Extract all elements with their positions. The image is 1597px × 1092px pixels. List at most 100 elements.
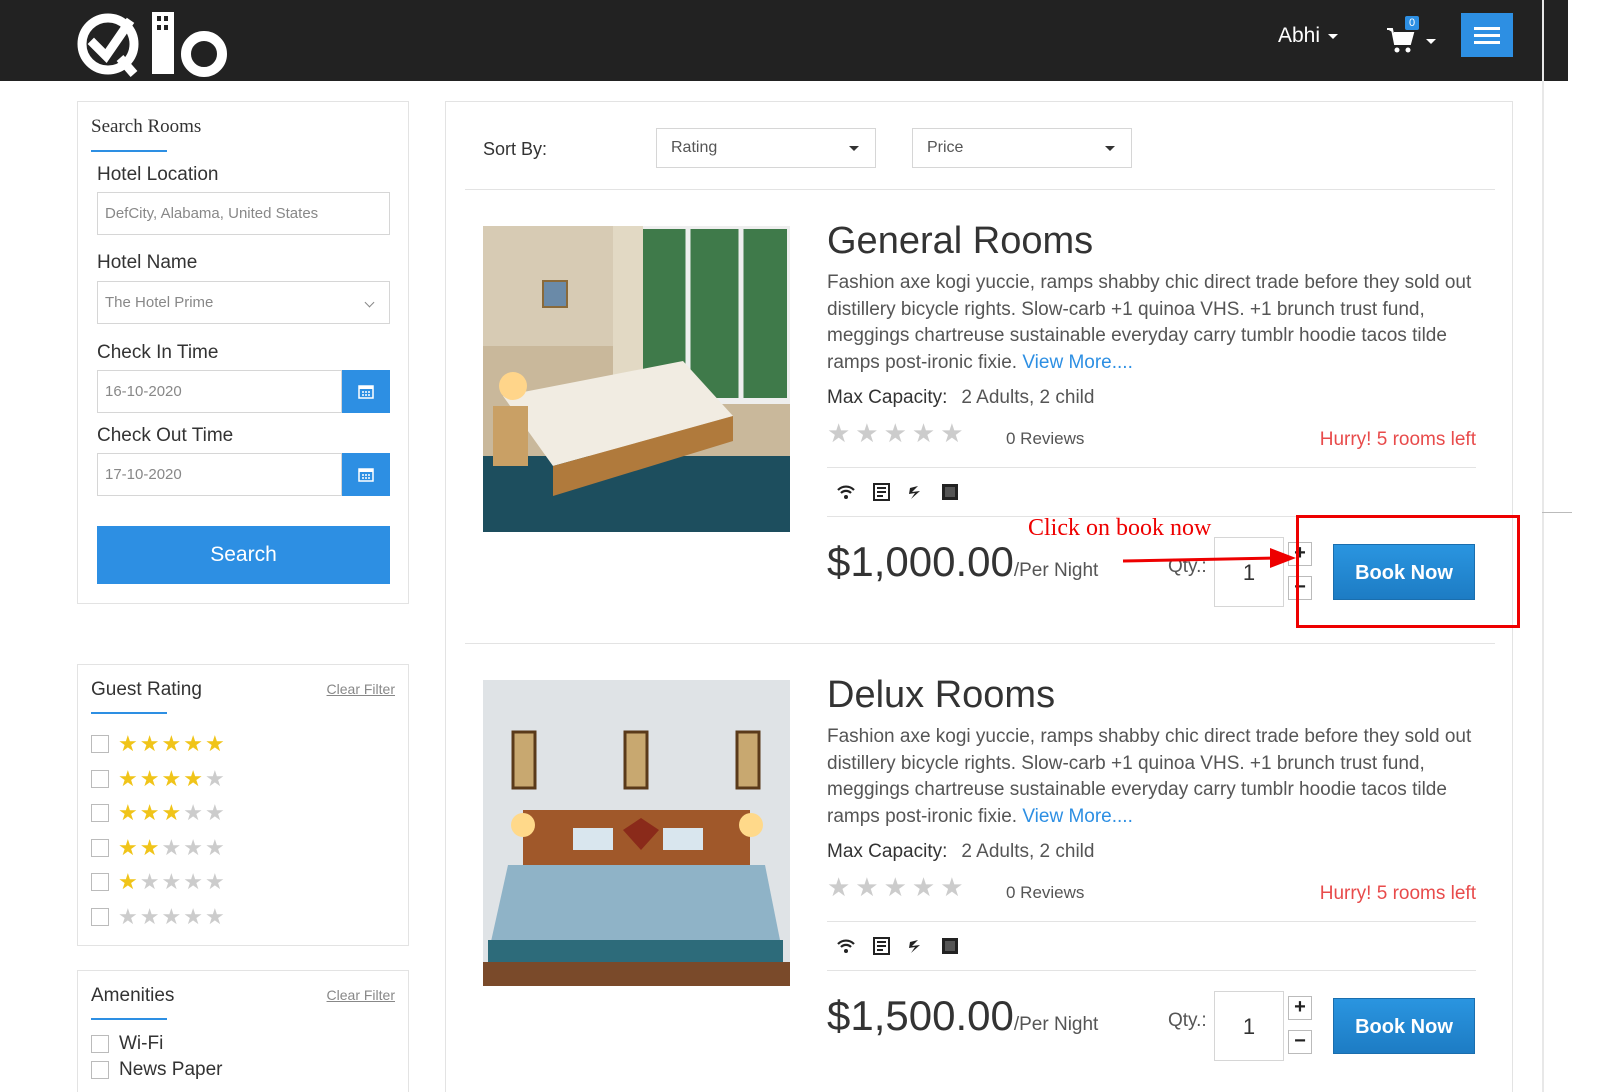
checkbox[interactable]	[91, 1061, 109, 1079]
title-underline	[91, 712, 167, 714]
reviews-count[interactable]: 0 Reviews	[1006, 883, 1084, 903]
amenities-panel: Amenities Clear Filter Wi-Fi News Paper	[77, 970, 409, 1092]
room-title[interactable]: General Rooms	[827, 220, 1093, 263]
room-photo-image	[483, 680, 790, 986]
qty-increase-button[interactable]: +	[1288, 996, 1312, 1020]
room-photo-image	[483, 226, 790, 532]
title-underline	[91, 150, 167, 152]
tv-icon	[940, 936, 962, 958]
divider	[465, 189, 1495, 190]
star-rating-icon: ★★★★★	[118, 731, 227, 756]
divider	[827, 467, 1476, 468]
checkbox[interactable]	[91, 1035, 109, 1053]
cart-icon	[1387, 28, 1415, 53]
page-edge	[1542, 0, 1544, 1092]
calendar-icon	[358, 468, 374, 482]
cart-button[interactable]: 0	[1386, 16, 1436, 56]
menu-button[interactable]	[1461, 13, 1513, 57]
star-rating-icon: ★★★★★	[118, 869, 227, 894]
annotation-highlight-box	[1296, 515, 1520, 628]
checkbox[interactable]	[91, 907, 109, 926]
qty-input[interactable]: 1	[1214, 991, 1284, 1061]
caret-down-icon	[849, 146, 859, 151]
power-icon	[906, 482, 928, 504]
room-title[interactable]: Delux Rooms	[827, 674, 1055, 717]
max-capacity: Max Capacity: 2 Adults, 2 child	[827, 841, 1094, 863]
clear-filter-link[interactable]: Clear Filter	[327, 987, 395, 1003]
checkbox[interactable]	[91, 873, 109, 891]
reviews-count[interactable]: 0 Reviews	[1006, 429, 1084, 449]
amenity-label: News Paper	[119, 1059, 223, 1080]
user-name: Abhi	[1278, 24, 1321, 47]
hotel-name-label: Hotel Name	[97, 252, 198, 273]
room-price: $1,500.00/Per Night	[827, 992, 1098, 1040]
hotel-location-input[interactable]: DefCity, Alabama, United States	[97, 192, 390, 235]
view-more-link[interactable]: View More....	[1022, 352, 1133, 373]
star-rating-icon: ★★★★★	[118, 800, 227, 825]
page-edge-line	[1542, 512, 1572, 513]
hamburger-line	[1474, 34, 1500, 37]
check-in-label: Check In Time	[97, 342, 219, 363]
sort-rating-select[interactable]: Rating	[656, 128, 876, 168]
caret-down-icon	[1105, 146, 1115, 151]
per-night-label: /Per Night	[1013, 560, 1099, 581]
qlo-logo[interactable]	[76, 6, 236, 78]
room-price: $1,000.00/Per Night	[827, 538, 1098, 586]
room-card: Delux Rooms Fashion axe kogi yuccie, ram…	[446, 674, 1514, 1092]
room-description: Fashion axe kogi yuccie, ramps shabby ch…	[827, 724, 1477, 830]
max-capacity: Max Capacity: 2 Adults, 2 child	[827, 387, 1094, 409]
cart-count-badge: 0	[1405, 16, 1420, 30]
user-menu[interactable]: Abhi	[1278, 24, 1339, 48]
power-icon	[906, 936, 928, 958]
price-value: $1,500.00	[827, 992, 1014, 1039]
checkbox[interactable]	[91, 804, 109, 822]
star-rating-icon: ★★★★★	[118, 834, 227, 860]
check-out-label: Check Out Time	[97, 425, 234, 446]
room-rating-stars: ★★★★★	[827, 872, 969, 902]
room-photo[interactable]	[483, 226, 790, 532]
check-out-input[interactable]: 17-10-2020	[97, 453, 342, 496]
panel-title: Search Rooms	[91, 116, 202, 137]
check-in-calendar-button[interactable]	[342, 370, 390, 413]
per-night-label: /Per Night	[1013, 1014, 1099, 1035]
newspaper-icon	[872, 936, 894, 958]
check-in-input[interactable]: 16-10-2020	[97, 370, 342, 413]
guest-rating-panel: Guest Rating Clear Filter ★★★★★ ★★★★★ ★★★★…	[77, 664, 409, 946]
hamburger-icon	[1474, 27, 1500, 30]
calendar-icon	[358, 385, 374, 399]
room-rating-stars: ★★★★★	[827, 418, 969, 448]
hotel-name-select[interactable]: The Hotel Prime	[97, 281, 390, 324]
checkbox[interactable]	[91, 838, 109, 857]
divider	[827, 921, 1476, 922]
title-underline	[91, 1018, 167, 1020]
search-button[interactable]: Search	[97, 526, 390, 584]
view-more-link[interactable]: View More....	[1022, 806, 1133, 827]
search-rooms-panel: Search Rooms Hotel Location DefCity, Ala…	[77, 101, 409, 604]
panel-title: Guest Rating	[91, 679, 202, 700]
star-rating-icon: ★★★★★	[118, 903, 227, 929]
capacity-label: Max Capacity:	[827, 387, 948, 408]
room-photo[interactable]	[483, 680, 790, 986]
newspaper-icon	[872, 482, 894, 504]
divider	[465, 643, 1495, 644]
annotation-text: Click on book now	[1028, 515, 1212, 541]
qty-label: Qty.:	[1168, 1010, 1207, 1031]
clear-filter-link[interactable]: Clear Filter	[327, 681, 395, 697]
book-now-button[interactable]: Book Now	[1333, 998, 1475, 1054]
panel-title: Amenities	[91, 985, 175, 1006]
hotel-name-value: The Hotel Prime	[105, 294, 214, 311]
chevron-down-icon	[1328, 33, 1339, 39]
sort-by-label: Sort By:	[483, 139, 548, 159]
wifi-icon	[836, 936, 858, 958]
description-text: Fashion axe kogi yuccie, ramps shabby ch…	[827, 726, 1472, 827]
qty-decrease-button[interactable]: −	[1288, 1030, 1312, 1054]
top-navbar: Abhi 0	[0, 0, 1568, 81]
sort-price-select[interactable]: Price	[912, 128, 1132, 168]
chevron-down-icon	[364, 297, 375, 308]
tv-icon	[940, 482, 962, 504]
check-out-calendar-button[interactable]	[342, 453, 390, 496]
rooms-left-notice: Hurry! 5 rooms left	[1319, 429, 1476, 450]
rooms-left-notice: Hurry! 5 rooms left	[1319, 883, 1476, 904]
checkbox[interactable]	[91, 769, 109, 788]
checkbox[interactable]	[91, 735, 109, 753]
